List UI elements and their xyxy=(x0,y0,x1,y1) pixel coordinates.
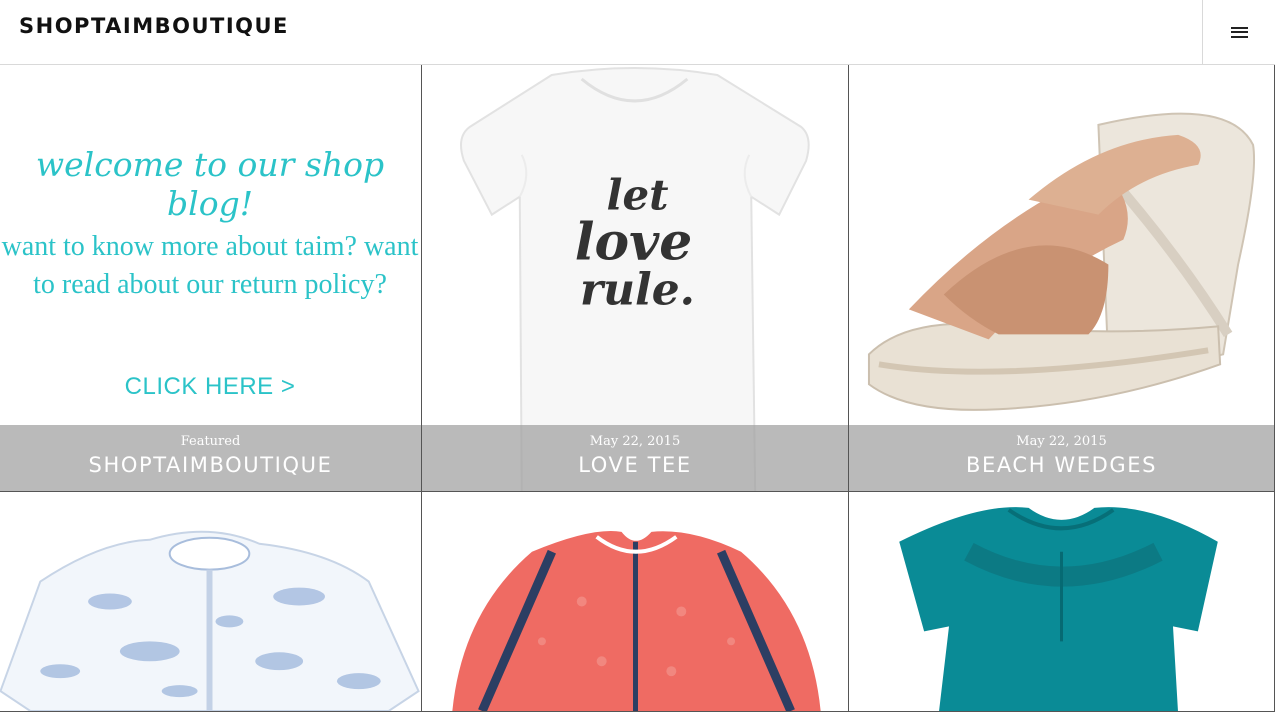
post-tile-love-tee[interactable]: let love rule. May 22, 2015 LOVE TEE xyxy=(422,65,849,492)
post-tile-tiedye-top[interactable] xyxy=(0,492,422,712)
menu-toggle-button[interactable] xyxy=(1202,0,1275,64)
welcome-heading: welcome to our shop blog! xyxy=(35,145,385,223)
hamburger-menu-icon[interactable] xyxy=(1230,26,1248,39)
post-title[interactable]: SHOPTAIMBOUTIQUE xyxy=(0,453,421,477)
post-title[interactable]: BEACH WEDGES xyxy=(849,453,1274,477)
post-tile-beach-wedges[interactable]: May 22, 2015 BEACH WEDGES xyxy=(849,65,1275,492)
post-tile-red-top[interactable] xyxy=(422,492,849,712)
red-peasant-top-image xyxy=(452,530,821,711)
post-caption: Featured SHOPTAIMBOUTIQUE xyxy=(0,425,421,491)
site-title[interactable]: SHOPTAIMBOUTIQUE xyxy=(19,14,289,38)
post-date: May 22, 2015 xyxy=(1016,434,1107,449)
post-date: May 22, 2015 xyxy=(589,434,681,449)
post-meta: Featured xyxy=(180,434,241,449)
post-title[interactable]: LOVE TEE xyxy=(422,453,848,477)
post-grid: welcome to our shop blog! want to know m… xyxy=(0,65,1275,712)
site-header: SHOPTAIMBOUTIQUE xyxy=(0,0,1275,65)
post-tile-teal-top[interactable] xyxy=(849,492,1275,712)
post-caption: May 22, 2015 BEACH WEDGES xyxy=(849,425,1274,491)
teal-top-image xyxy=(899,507,1218,711)
click-here-link[interactable]: CLICK HERE > xyxy=(0,373,420,401)
tee-print-line2: love xyxy=(575,212,692,273)
welcome-text: want to know more about taim? want to re… xyxy=(1,231,419,300)
post-tile-featured[interactable]: welcome to our shop blog! want to know m… xyxy=(0,65,422,492)
post-caption: May 22, 2015 LOVE TEE xyxy=(422,425,848,491)
tiedye-blouse-image xyxy=(0,530,420,711)
tee-print-line3: rule. xyxy=(580,264,695,315)
